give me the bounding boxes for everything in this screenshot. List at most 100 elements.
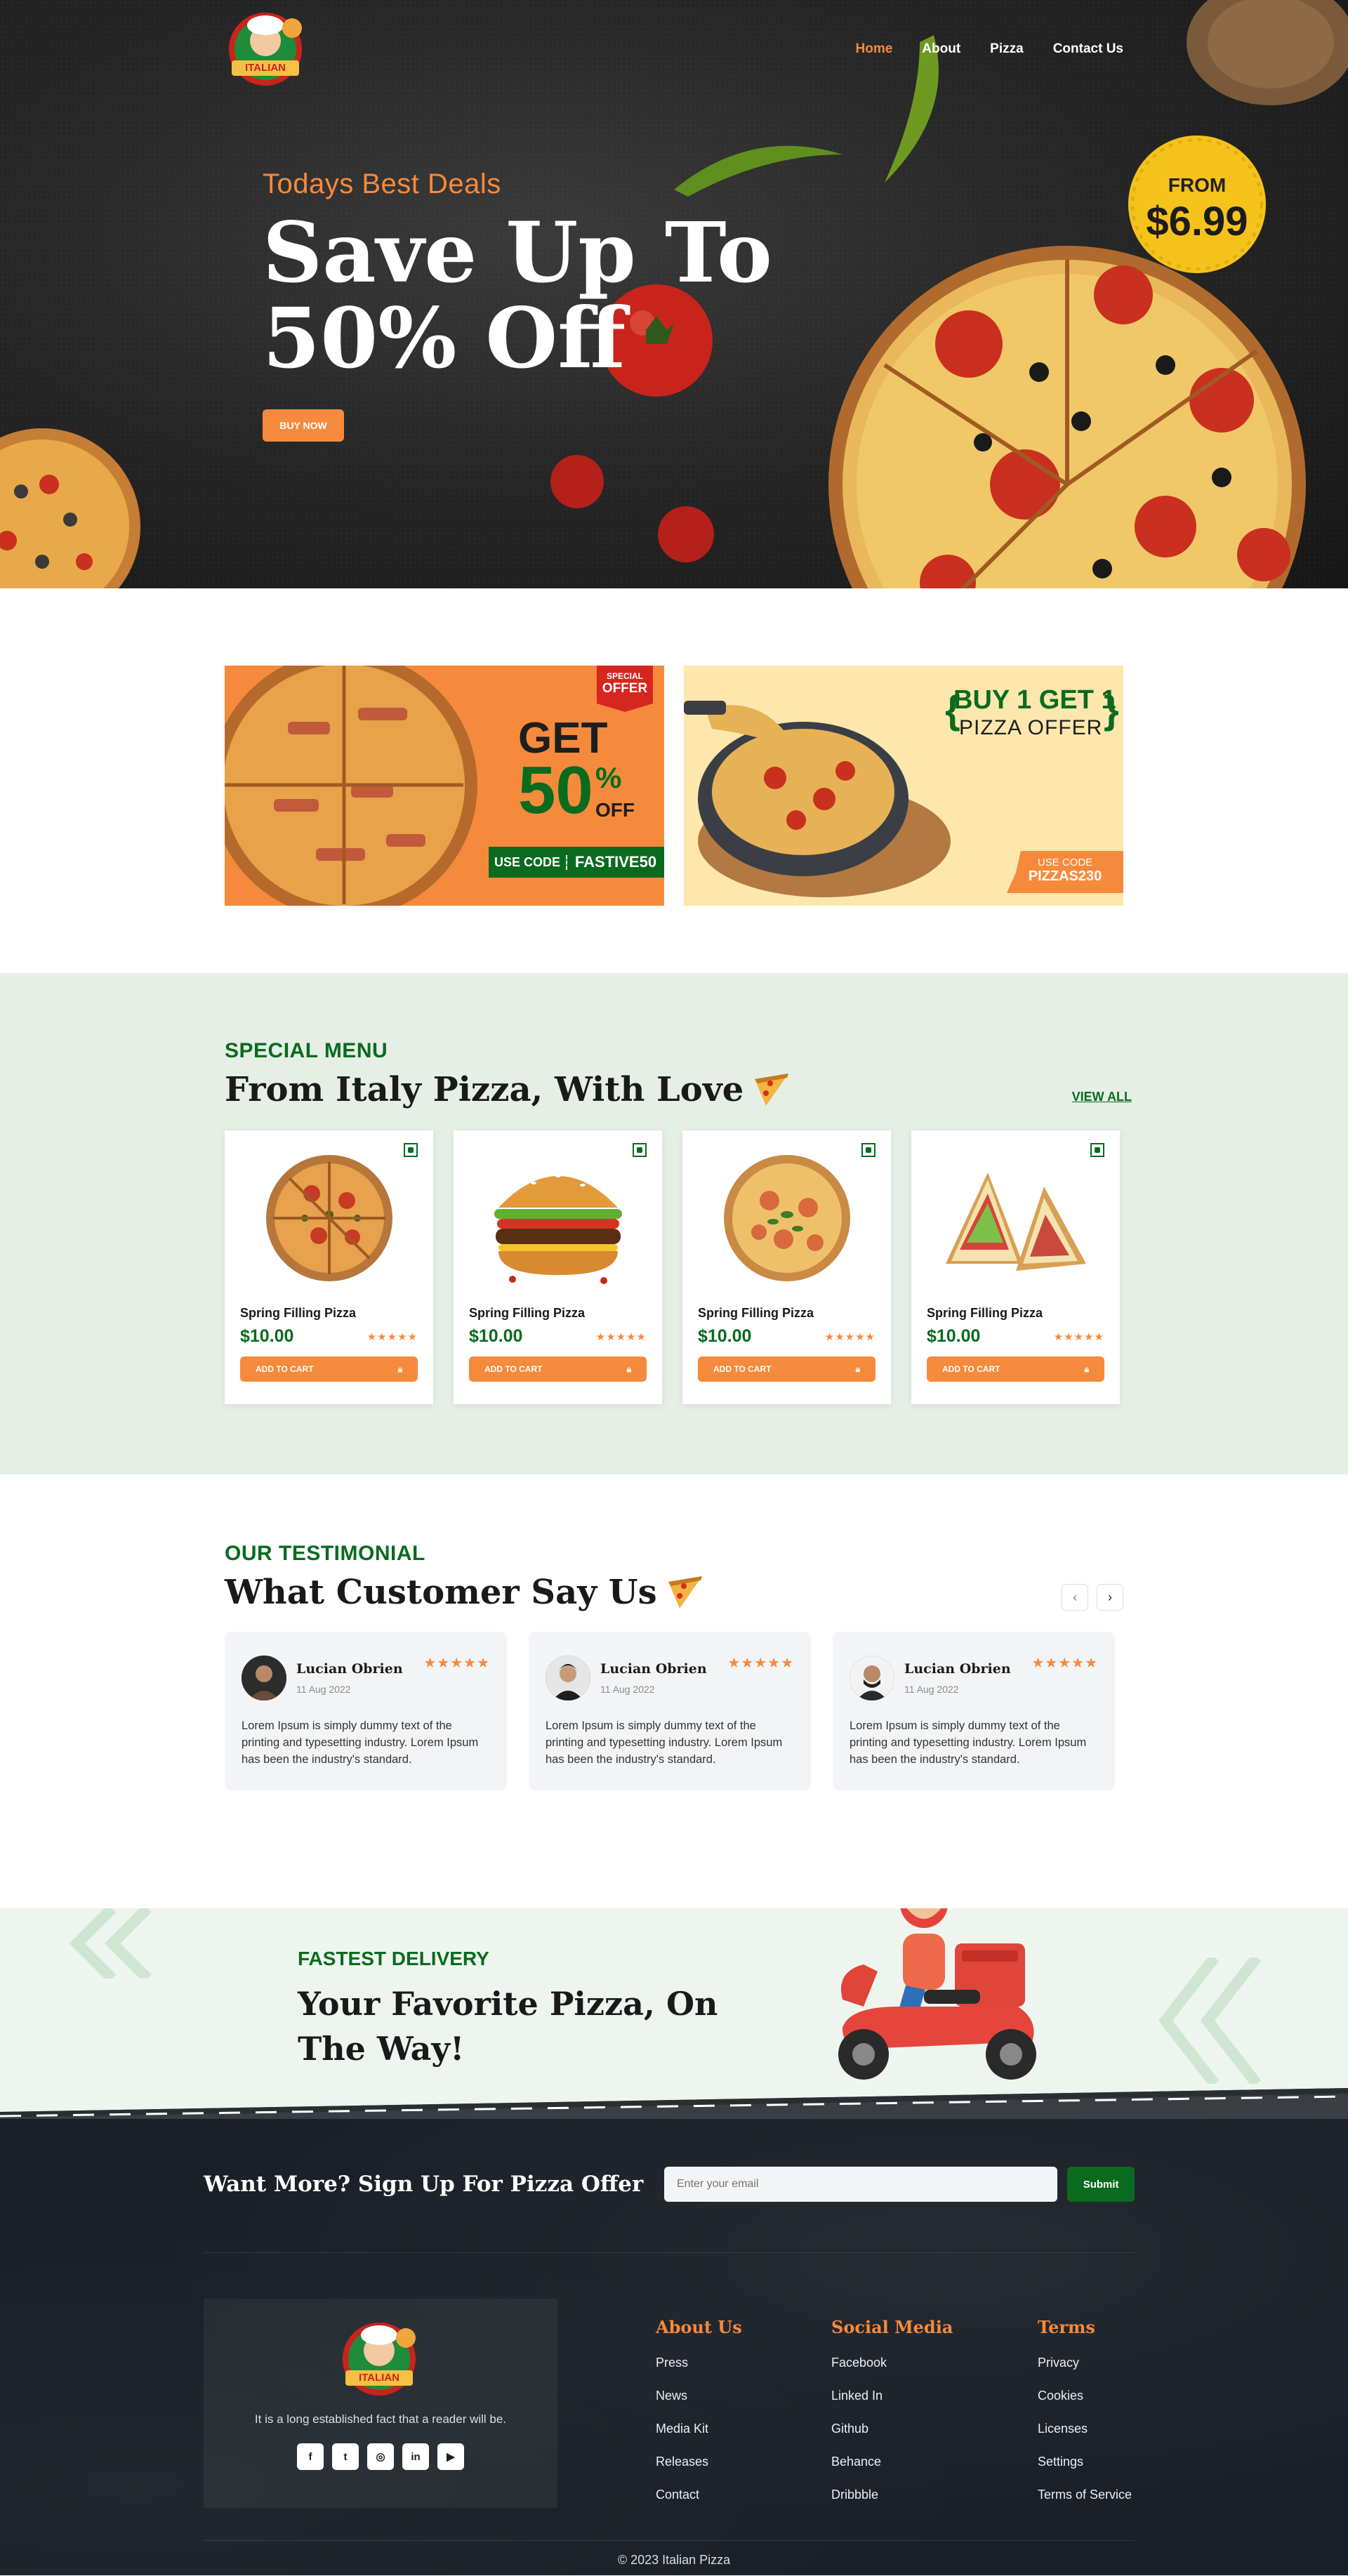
delivery-scooter-image [838, 1908, 1036, 2080]
logo-text: ITALIAN [244, 62, 286, 74]
pizza-pan-image [684, 701, 951, 897]
cherry-tomato-image [658, 506, 714, 562]
special-offer-badge: SPECIAL OFFER [593, 666, 657, 712]
testimonial-section: OUR TESTIMONIAL What Customer Say Us ‹ ›… [0, 1474, 1348, 1908]
buy-now-button[interactable]: BUY NOW [263, 409, 344, 442]
carousel-arrows: ‹ › [1062, 1584, 1123, 1611]
footer-link[interactable]: Settings [1038, 2455, 1213, 2469]
delivery-title: Your Favorite Pizza, On The Way! [298, 1985, 718, 2068]
promo-card-50-off[interactable]: SPECIAL OFFER GET 50 % OFF USE CODE FAST… [225, 666, 664, 906]
nav-link-about[interactable]: About [922, 41, 960, 57]
nav-link-home[interactable]: Home [856, 41, 893, 57]
footer-logo[interactable]: ITALIAN [338, 2320, 423, 2398]
review-date: 11 Aug 2022 [600, 1684, 655, 1695]
add-to-cart-button[interactable]: ADD TO CART 🔒︎ [469, 1356, 647, 1382]
footer-divider [204, 2252, 1135, 2253]
footer-link[interactable]: Privacy [1038, 2356, 1213, 2370]
submit-button[interactable]: Submit [1067, 2167, 1135, 2202]
testimonial-list: Lucian Obrien 11 Aug 2022 ★★★★★ Lorem Ip… [225, 1632, 1123, 1790]
footer-link[interactable]: Terms of Service [1038, 2488, 1213, 2502]
footer-link-columns: About Us Press News Media Kit Releases C… [656, 2317, 1213, 2521]
youtube-icon[interactable]: ▶ [437, 2443, 464, 2470]
linkedin-icon[interactable]: in [402, 2443, 429, 2470]
price-badge-amount: $6.99 [1146, 199, 1248, 244]
testimonial-kicker: OUR TESTIMONIAL [225, 1542, 425, 1565]
reviewer-name: Lucian Obrien [904, 1661, 1011, 1677]
footer-column-terms: Terms Privacy Cookies Licenses Settings … [1038, 2317, 1213, 2521]
hero-section: ITALIAN Home About Pizza Contact Us Toda… [0, 0, 1348, 588]
menu-item-price: $10.00 [698, 1326, 752, 1346]
footer-link[interactable]: Contact [656, 2488, 831, 2502]
sandwich-image [945, 1173, 1086, 1271]
footer-link[interactable]: Behance [831, 2455, 1038, 2469]
footer-link[interactable]: Media Kit [656, 2422, 831, 2436]
bogo-code: PIZZAS230 [1028, 868, 1102, 884]
social-links: f t ◎ in ▶ [204, 2443, 557, 2470]
next-arrow-button[interactable]: › [1097, 1584, 1123, 1611]
instagram-icon[interactable]: ◎ [367, 2443, 394, 2470]
bag-icon: 🔒︎ [1084, 1363, 1089, 1374]
add-to-cart-button[interactable]: ADD TO CART 🔒︎ [240, 1356, 418, 1382]
menu-card[interactable]: Spring Filling Pizza $10.00 ★★★★★ ADD TO… [225, 1130, 433, 1404]
nav-link-pizza[interactable]: Pizza [990, 41, 1024, 57]
menu-kicker: SPECIAL MENU [225, 1039, 388, 1062]
footer-link[interactable]: Licenses [1038, 2422, 1213, 2436]
facebook-icon[interactable]: f [297, 2443, 324, 2470]
menu-card[interactable]: Spring Filling Pizza $10.00 ★★★★★ ADD TO… [454, 1130, 662, 1404]
email-input[interactable] [663, 2167, 1058, 2202]
delivery-kicker: FASTEST DELIVERY [298, 1948, 489, 1969]
delivery-section: FASTEST DELIVERY Your Favorite Pizza, On… [0, 1908, 1348, 2119]
add-to-cart-button[interactable]: ADD TO CART 🔒︎ [927, 1356, 1104, 1382]
footer-link[interactable]: Linked In [831, 2389, 1038, 2403]
add-to-cart-button[interactable]: ADD TO CART 🔒︎ [698, 1356, 875, 1382]
nav-link-contact[interactable]: Contact Us [1053, 41, 1123, 57]
footer-link[interactable]: Releases [656, 2455, 831, 2469]
rating-stars: ★★★★★ [727, 1654, 794, 1671]
menu-card[interactable]: Spring Filling Pizza $10.00 ★★★★★ ADD TO… [682, 1130, 891, 1404]
footer-divider [204, 2540, 1135, 2541]
price-badge: FROM $6.99 [1126, 133, 1268, 275]
footer-link[interactable]: Dribbble [831, 2488, 1038, 2502]
pizza-promo-image [225, 666, 477, 906]
footer-link[interactable]: News [656, 2389, 831, 2403]
burger-image [494, 1175, 622, 1284]
reviewer-name: Lucian Obrien [600, 1661, 707, 1677]
bogo-code-tag: USE CODE PIZZAS230 [1007, 851, 1123, 893]
footer-link[interactable]: Press [656, 2356, 831, 2370]
bogo-title: BUY 1 GET 1 [953, 685, 1116, 715]
price-badge-from: FROM [1168, 174, 1227, 196]
pizza-basil-image [723, 1155, 850, 1281]
prev-arrow-button[interactable]: ‹ [1062, 1584, 1088, 1611]
review-text: Lorem Ipsum is simply dummy text of the … [242, 1719, 479, 1766]
rating-stars: ★★★★★ [1053, 1330, 1104, 1343]
pizza-side-image [0, 428, 140, 588]
testimonial-card: Lucian Obrien 11 Aug 2022 ★★★★★ Lorem Ip… [833, 1632, 1115, 1790]
rating-stars: ★★★★★ [366, 1330, 418, 1343]
hero-title: Save Up To 50% Off [263, 204, 772, 387]
cherry-tomato-image [550, 455, 604, 508]
bag-icon: 🔒︎ [626, 1363, 631, 1374]
view-all-link[interactable]: VIEW ALL [1072, 1090, 1132, 1104]
rating-stars: ★★★★★ [423, 1654, 490, 1671]
menu-item-name: Spring Filling Pizza [927, 1306, 1043, 1320]
top-navbar: ITALIAN Home About Pizza Contact Us [225, 13, 1123, 86]
special-menu-section: SPECIAL MENU From Italy Pizza, With Love… [0, 973, 1348, 1474]
chef-logo-icon [229, 13, 302, 86]
brand-logo[interactable]: ITALIAN [225, 10, 309, 88]
menu-item-name: Spring Filling Pizza [469, 1306, 586, 1320]
footer-link[interactable]: Cookies [1038, 2389, 1213, 2403]
menu-item-price: $10.00 [240, 1326, 294, 1346]
footer-column-social: Social Media Facebook Linked In Github B… [831, 2317, 1038, 2521]
footer-about-box: ITALIAN It is a long established fact th… [204, 2299, 557, 2508]
promo-card-bogo[interactable]: { } BUY 1 GET 1 PIZZA OFFER USE CODE PIZ… [684, 666, 1123, 906]
testimonial-card: Lucian Obrien 11 Aug 2022 ★★★★★ Lorem Ip… [225, 1632, 507, 1790]
menu-card[interactable]: Spring Filling Pizza $10.00 ★★★★★ ADD TO… [911, 1130, 1120, 1404]
veg-indicator-icon [404, 1143, 418, 1157]
bag-icon: 🔒︎ [397, 1363, 402, 1374]
rating-stars: ★★★★★ [1031, 1654, 1098, 1671]
rating-stars: ★★★★★ [824, 1330, 875, 1343]
twitter-icon[interactable]: t [332, 2443, 359, 2470]
rating-stars: ★★★★★ [595, 1330, 647, 1343]
footer-link[interactable]: Facebook [831, 2356, 1038, 2370]
footer-link[interactable]: Github [831, 2422, 1038, 2436]
